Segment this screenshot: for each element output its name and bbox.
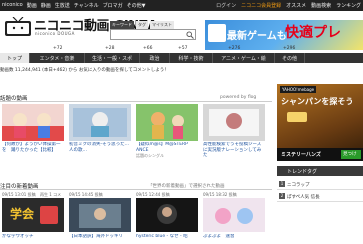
count-anime: +276 xyxy=(228,46,241,51)
trend-tag-label[interactable]: ぽすぺ人気 信長 xyxy=(287,195,320,200)
tab-life[interactable]: 生活・一般・スポ xyxy=(85,53,140,63)
ad-cta-button[interactable]: 見つけ xyxy=(341,150,361,159)
ad-bottle-icon xyxy=(287,112,307,122)
video-title[interactable]: 【何故か】ようかい体操第一を 踊りたかった【比較】 xyxy=(2,142,64,153)
nav-link-douga[interactable]: 動画 xyxy=(27,2,37,9)
trend-tag-item[interactable]: 2 ぽすぺ人気 信長 xyxy=(277,191,363,202)
tv-logo-icon[interactable] xyxy=(3,17,33,37)
video-title[interactable]: 【疑似m@s】M@STERP ANCE xyxy=(136,142,198,153)
account-links: ログイン ニコニコ会員登録 オススメ 動画検索 ランキング xyxy=(216,2,361,9)
video-subtitle: 話題のシングル xyxy=(136,153,164,158)
ad-headline: シャンパンを探そう xyxy=(281,97,354,106)
tab-top[interactable]: トップ xyxy=(0,53,30,63)
video-title[interactable]: 初音ミクの消失-そう思った…人の歌… xyxy=(69,142,131,153)
tab-science[interactable]: 科学・技術 xyxy=(170,53,213,63)
video-thumbnail[interactable] xyxy=(136,104,198,141)
trend-tag-item[interactable]: 1 ニコラップ xyxy=(277,179,363,190)
search-tab-tag[interactable]: タグ xyxy=(136,21,148,29)
trend-tags-title: トレンドタグ xyxy=(277,166,363,176)
count-life: +28 xyxy=(105,46,115,51)
video-title[interactable]: ぷよぷよ 速習 xyxy=(203,234,265,242)
rank-badge: 1 xyxy=(279,181,285,187)
register-link[interactable]: ニコニコ会員登録 xyxy=(241,2,281,9)
ranking-link[interactable]: ランキング xyxy=(336,2,361,9)
video-thumbnail[interactable] xyxy=(203,104,265,141)
search-icon[interactable] xyxy=(186,31,194,39)
video-search-link[interactable]: 動画検索 xyxy=(311,2,331,9)
video-title[interactable]: 高性能検索でうそ投稿ジーズに実況版ナレーションしてみた xyxy=(203,142,265,159)
count-other: +296 xyxy=(283,46,296,51)
video-thumbnail[interactable] xyxy=(136,198,198,232)
video-count-info: 動画数 11,244,941 (本日+462) から お気に入りの動画を探してコ… xyxy=(0,68,169,73)
search-input[interactable] xyxy=(110,29,196,40)
site-logo-sub: niconico DOUGA xyxy=(35,31,75,36)
ad-game-icon xyxy=(208,24,226,42)
login-link[interactable]: ログイン xyxy=(216,2,236,9)
tab-other[interactable]: その他 xyxy=(275,53,305,63)
count-politics: +66 xyxy=(143,46,153,51)
ad-footer-title: ミステリー八ンズ xyxy=(281,152,321,158)
search-tab-mylist[interactable]: マイリスト xyxy=(150,21,174,29)
tab-entertainment[interactable]: エンタメ・音楽 xyxy=(30,53,85,63)
ad-logo: YAHOO!mebage xyxy=(280,86,317,93)
powered-by[interactable]: powered by flog xyxy=(220,95,256,100)
ad-footer: ミステリー八ンズ 見つけ xyxy=(277,148,363,161)
count-entertainment: +72 xyxy=(53,46,63,51)
nav-link-seiga[interactable]: 静画 xyxy=(41,2,51,9)
video-thumbnail[interactable]: 学会 xyxy=(2,198,64,232)
video-title[interactable]: hysteric blue - なぜ - 昭 xyxy=(136,234,198,242)
svg-text:学会: 学会 xyxy=(10,206,35,221)
nav-link-more[interactable]: その他▼ xyxy=(127,2,146,9)
topics-divider xyxy=(0,101,272,102)
tab-politics[interactable]: 政治 xyxy=(140,53,170,63)
side-ad[interactable]: YAHOO!mebage シャンパンを探そう ミステリー八ンズ 見つけ xyxy=(277,84,363,161)
nav-link-channel[interactable]: チャンネル xyxy=(74,2,99,9)
video-title[interactable]: 【日本語訳】海外ドッキリ xyxy=(69,234,131,242)
nav-link-niconico[interactable]: niconico xyxy=(2,2,23,9)
search-tab-keyword[interactable]: キーワード xyxy=(110,21,134,29)
search-tabs: キーワード タグ マイリスト xyxy=(110,21,174,29)
count-science: +57 xyxy=(178,46,188,51)
video-title[interactable]: かな学ウオッチ xyxy=(2,234,64,242)
video-thumbnail[interactable] xyxy=(203,198,265,232)
new-videos-divider xyxy=(0,189,272,190)
video-thumbnail[interactable] xyxy=(69,104,131,141)
trend-tag-label[interactable]: ニコラップ xyxy=(287,183,310,188)
nav-link-live[interactable]: 生放送 xyxy=(55,2,70,9)
nav-link-blomaga[interactable]: ブロマガ xyxy=(103,2,123,9)
tab-anime[interactable]: アニメ・ゲーム・絵 xyxy=(213,53,275,63)
category-counts: +72 +28 +66 +57 +276 +296 xyxy=(0,45,363,53)
ad-text-2: 快適プレ xyxy=(285,25,341,41)
service-links: niconico 動画 静画 生放送 チャンネル ブロマガ その他▼ xyxy=(2,2,146,9)
video-thumbnail[interactable] xyxy=(69,198,131,232)
recommend-link[interactable]: オススメ xyxy=(286,2,306,9)
category-nav: トップ エンタメ・音楽 生活・一般・スポ 政治 科学・技術 アニメ・ゲーム・絵 … xyxy=(0,53,363,63)
ad-text-1: 最新ゲームも xyxy=(227,31,287,42)
rank-badge: 2 xyxy=(279,193,285,199)
top-bar: niconico 動画 静画 生放送 チャンネル ブロマガ その他▼ ログイン … xyxy=(0,0,363,11)
video-thumbnail[interactable] xyxy=(2,104,64,141)
